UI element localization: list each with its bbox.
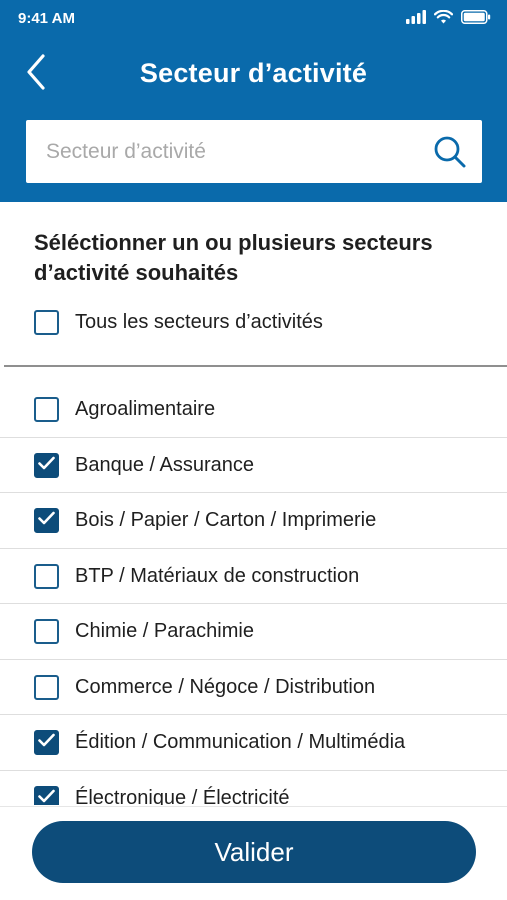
sector-checkbox[interactable] xyxy=(34,397,59,422)
submit-button[interactable]: Valider xyxy=(32,821,476,883)
search-input[interactable] xyxy=(26,120,426,183)
sector-list: Agroalimentaire Banque / Assurance Bois … xyxy=(0,382,507,805)
checkmark-icon xyxy=(38,733,55,752)
sector-label: Agroalimentaire xyxy=(75,398,216,420)
sector-item-bois-papier: Bois / Papier / Carton / Imprimerie xyxy=(0,493,507,549)
sector-option[interactable]: Bois / Papier / Carton / Imprimerie xyxy=(34,508,376,533)
all-sectors-checkbox[interactable] xyxy=(34,310,59,335)
battery-icon xyxy=(461,10,491,29)
sector-checkbox[interactable] xyxy=(34,619,59,644)
sector-item-chimie: Chimie / Parachimie xyxy=(0,604,507,660)
status-bar: 9:41 AM xyxy=(0,0,507,36)
sector-label: Chimie / Parachimie xyxy=(75,620,254,642)
search-icon[interactable] xyxy=(432,134,468,170)
sector-item-agroalimentaire: Agroalimentaire xyxy=(0,382,507,438)
nav-bar: Secteur d’activité xyxy=(0,48,507,100)
search-bar xyxy=(26,120,482,183)
all-sectors-option[interactable]: Tous les secteurs d’activités xyxy=(34,310,323,335)
separator xyxy=(4,365,507,367)
footer: Valider xyxy=(0,806,507,900)
section-title: Séléctionner un ou plusieurs secteurs d’… xyxy=(34,230,433,285)
sector-label: Électronique / Électricité xyxy=(75,786,290,806)
all-sectors-label: Tous les secteurs d’activités xyxy=(75,311,323,333)
page-title: Secteur d’activité xyxy=(139,58,368,88)
sector-option[interactable]: Agroalimentaire xyxy=(34,397,215,422)
sector-option[interactable]: Édition / Communication / Multimédia xyxy=(34,730,405,755)
sector-selection: Séléctionner un ou plusieurs secteurs d’… xyxy=(0,202,507,805)
checkmark-icon xyxy=(38,511,55,530)
wifi-icon xyxy=(433,9,454,29)
status-time: 9:41 AM xyxy=(18,10,75,27)
sector-option[interactable]: BTP / Matériaux de construction xyxy=(34,563,360,589)
sector-option[interactable]: Banque / Assurance xyxy=(34,452,255,478)
sector-item-electronique: Électronique / Électricité xyxy=(0,771,507,806)
sector-label: Commerce / Négoce / Distribution xyxy=(75,675,376,698)
status-icons xyxy=(406,9,491,29)
sector-option[interactable]: Électronique / Électricité xyxy=(34,785,290,806)
signal-icon xyxy=(406,10,426,29)
sector-checkbox[interactable] xyxy=(34,674,59,700)
sector-checkbox[interactable] xyxy=(34,508,59,533)
sector-option[interactable]: Commerce / Négoce / Distribution xyxy=(34,674,376,700)
sector-checkbox[interactable] xyxy=(34,785,59,806)
sector-item-banque-assurance: Banque / Assurance xyxy=(0,438,507,493)
sector-item-edition: Édition / Communication / Multimédia xyxy=(0,715,507,771)
sector-checkbox[interactable] xyxy=(34,730,59,755)
sector-option[interactable]: Chimie / Parachimie xyxy=(34,619,254,644)
sector-label: BTP / Matériaux de construction xyxy=(75,564,360,587)
checkmark-icon xyxy=(38,789,55,806)
sector-label: Édition / Communication / Multimédia xyxy=(75,731,406,753)
sector-label: Banque / Assurance xyxy=(75,453,255,476)
sector-checkbox[interactable] xyxy=(34,563,59,589)
header: 9:41 AM Secteur d’activité Secteur d’act… xyxy=(0,0,507,202)
sector-checkbox[interactable] xyxy=(34,452,59,478)
sector-item-commerce: Commerce / Négoce / Distribution xyxy=(0,660,507,715)
sector-item-btp: BTP / Matériaux de construction xyxy=(0,549,507,604)
sector-label: Bois / Papier / Carton / Imprimerie xyxy=(75,509,377,531)
checkmark-icon xyxy=(38,456,55,475)
